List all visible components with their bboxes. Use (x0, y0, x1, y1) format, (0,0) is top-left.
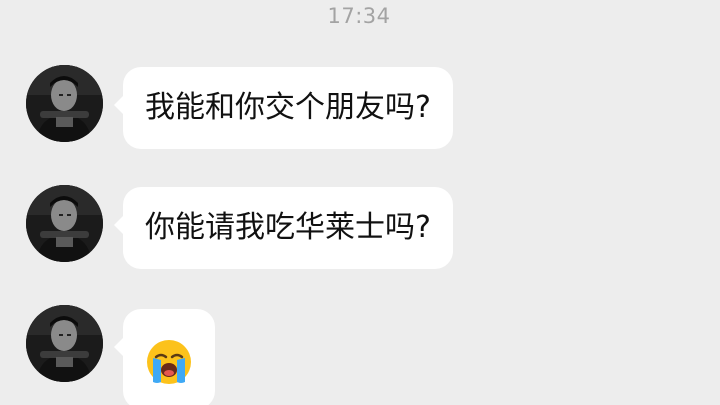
avatar-portrait-icon (26, 305, 103, 382)
chat-screen: 17:34 我能和你交个朋友吗? 你能请我吃华莱士吗? (0, 0, 720, 405)
loudly-crying-face-icon (145, 338, 193, 386)
message-timestamp: 17:34 (327, 4, 391, 28)
avatar-portrait-icon (26, 185, 103, 262)
message-bubble[interactable]: 你能请我吃华莱士吗? (114, 187, 453, 269)
message-bubble[interactable]: 我能和你交个朋友吗? (114, 67, 453, 149)
message-text: 我能和你交个朋友吗? (145, 90, 431, 125)
message-text: 你能请我吃华莱士吗? (145, 210, 431, 245)
avatar[interactable] (26, 305, 103, 382)
avatar[interactable] (26, 65, 103, 142)
avatar[interactable] (26, 185, 103, 262)
avatar-portrait-icon (26, 65, 103, 142)
